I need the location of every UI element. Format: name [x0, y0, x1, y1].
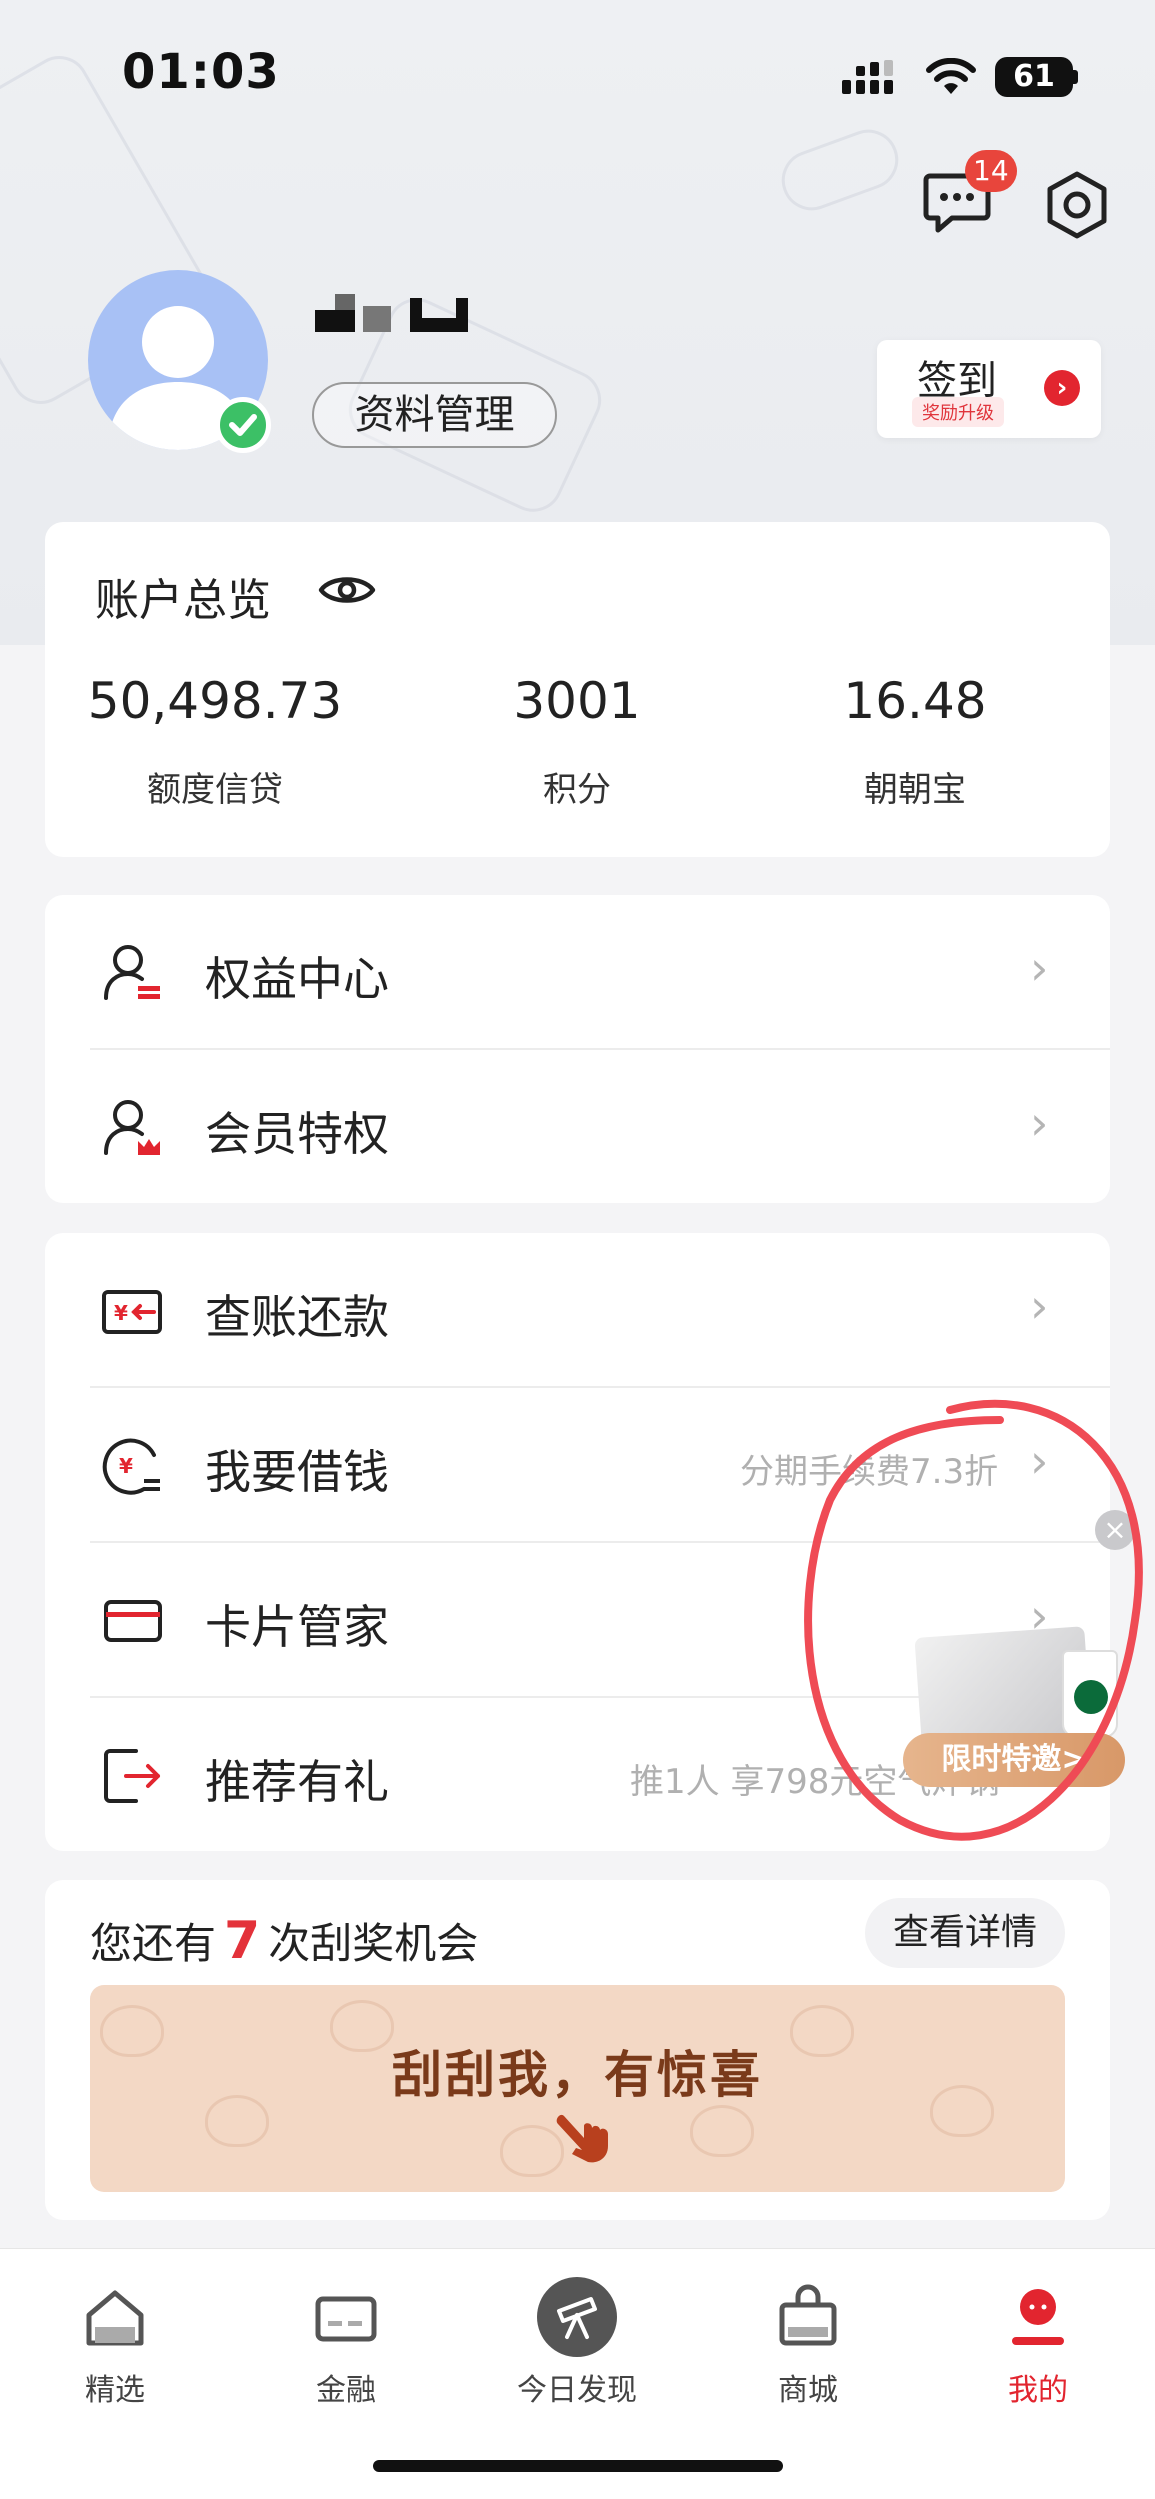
battery-indicator: 61 — [995, 57, 1073, 97]
view-details-button[interactable]: 查看详情 — [865, 1898, 1065, 1968]
tab-label: 金融 — [316, 2373, 376, 2408]
referral-icon — [104, 1749, 160, 1803]
tab-discover[interactable]: 今日发现 — [477, 2277, 677, 2409]
tab-label: 我的 — [1008, 2373, 1068, 2408]
tab-label: 今日发现 — [517, 2373, 637, 2408]
tab-mine[interactable]: 我的 — [938, 2277, 1138, 2409]
svg-text:¥: ¥ — [119, 1454, 133, 1478]
eye-icon[interactable] — [317, 570, 377, 610]
card-icon — [104, 1600, 162, 1642]
loan-icon: ¥ — [102, 1438, 160, 1495]
menu-item-rights-center[interactable]: 权益中心 › — [45, 895, 1110, 1050]
battery-tip — [1073, 70, 1078, 84]
overview-title: 账户总览 — [95, 575, 271, 626]
menu-label: 查账还款 — [205, 1290, 389, 1344]
pointing-hand-icon — [556, 2114, 608, 2163]
cellular-signal-icon — [842, 60, 893, 94]
home-indicator[interactable] — [373, 2460, 783, 2472]
promo-close-icon[interactable]: × — [1095, 1510, 1135, 1550]
menu-label: 卡片管家 — [205, 1600, 389, 1654]
profile-icon — [1012, 2289, 1064, 2345]
profile-management-button[interactable]: 资料管理 — [312, 382, 557, 448]
promo-limited-offer-button[interactable]: 限时特邀> — [903, 1733, 1125, 1787]
scratch-chances-text: 您还有 7 次刮奖机会 — [90, 1911, 479, 1971]
tab-finance[interactable]: 金融 — [246, 2277, 446, 2409]
chevron-right-icon: › — [1030, 1279, 1049, 1333]
scratch-cta-text: 刮刮我，有惊喜 — [392, 2046, 763, 2104]
menu-label: 推荐有礼 — [205, 1755, 389, 1809]
telescope-icon — [537, 2277, 617, 2357]
scratch-card-section: 您还有 7 次刮奖机会 查看详情 刮刮我，有惊喜 — [45, 1880, 1110, 2220]
bill-repay-icon: ¥ — [102, 1290, 162, 1334]
menu-label: 我要借钱 — [205, 1445, 389, 1499]
member-crown-icon — [104, 1100, 160, 1155]
menu-item-bill-repay[interactable]: ¥ 查账还款 › — [45, 1233, 1110, 1388]
chevron-right-icon: › — [1030, 1096, 1049, 1150]
rights-center-icon — [104, 945, 160, 1000]
svg-text:¥: ¥ — [114, 1301, 128, 1325]
wifi-icon — [926, 58, 976, 94]
zhaozhaobao-value[interactable]: 16.48 — [745, 672, 1085, 730]
settings-icon[interactable] — [1042, 170, 1112, 240]
masked-username — [315, 294, 468, 332]
signin-button[interactable]: 签到 奖励升级 › — [877, 340, 1101, 438]
points-label: 积分 — [543, 770, 611, 810]
menu-item-member-privileges[interactable]: 会员特权 › — [45, 1050, 1110, 1205]
shopping-bag-icon — [779, 2284, 837, 2346]
credit-label: 额度信贷 — [147, 770, 283, 810]
menu-label: 会员特权 — [205, 1107, 389, 1161]
tab-featured[interactable]: 精选 — [15, 2277, 215, 2409]
status-time: 01:03 — [122, 44, 280, 100]
chevron-right-icon: › — [1030, 1434, 1049, 1488]
chevron-right-icon: › — [1030, 941, 1049, 995]
home-icon — [86, 2290, 144, 2346]
menu-item-borrow-money[interactable]: ¥ 我要借钱 分期手续费7.3折 › — [45, 1388, 1110, 1543]
signin-reward-badge: 奖励升级 — [912, 397, 1004, 427]
chevron-right-icon: › — [1044, 370, 1080, 406]
scratch-area[interactable]: 刮刮我，有惊喜 — [90, 1985, 1065, 2192]
verified-check-icon — [215, 397, 271, 453]
account-overview-card: 账户总览 50,498.73 额度信贷 3001 积分 16.48 朝朝宝 — [45, 522, 1110, 857]
finance-card-icon — [315, 2296, 377, 2342]
message-count-badge: 14 — [965, 150, 1017, 192]
points-value[interactable]: 3001 — [407, 672, 747, 730]
menu-hint: 分期手续费7.3折 — [740, 1452, 999, 1492]
zhaozhaobao-label: 朝朝宝 — [864, 770, 966, 810]
tab-label: 商城 — [778, 2373, 838, 2408]
tab-mall[interactable]: 商城 — [708, 2277, 908, 2409]
tab-label: 精选 — [85, 2373, 145, 2408]
rights-menu-card: 权益中心 › 会员特权 › — [45, 895, 1110, 1203]
menu-label: 权益中心 — [205, 952, 389, 1006]
coffee-cup-image[interactable] — [1062, 1650, 1118, 1738]
scratch-count: 7 — [224, 1911, 261, 1971]
credit-value[interactable]: 50,498.73 — [45, 672, 385, 730]
